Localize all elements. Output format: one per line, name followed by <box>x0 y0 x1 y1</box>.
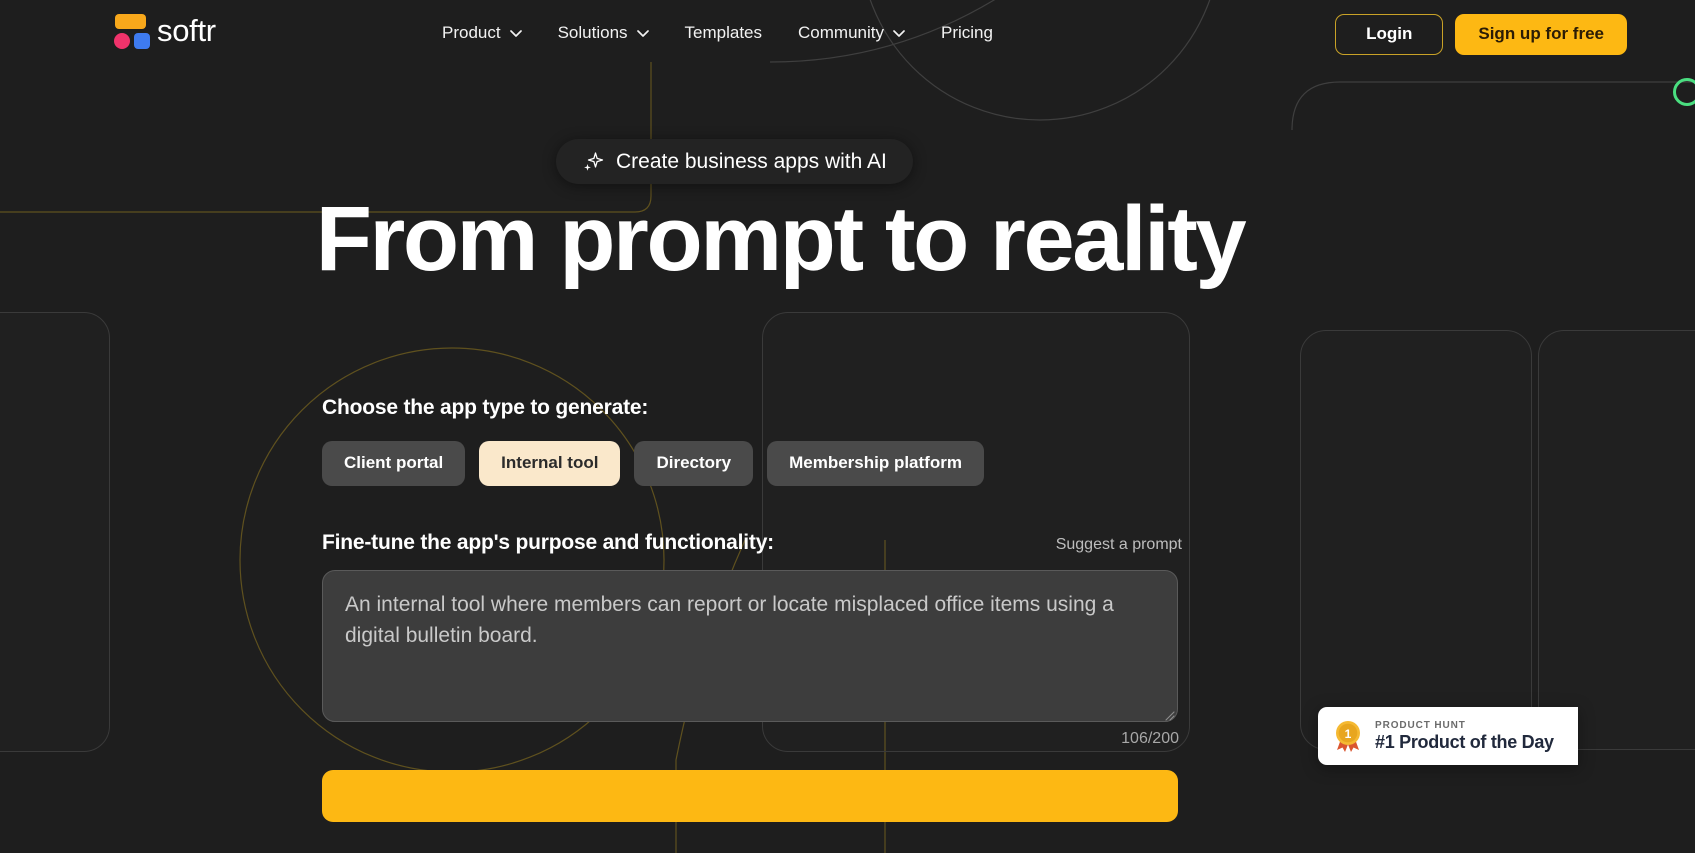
chevron-down-icon <box>893 29 905 37</box>
site-header: softr Product Solutions Templates Commun… <box>0 0 1695 70</box>
ai-badge-label: Create business apps with AI <box>616 149 887 173</box>
product-hunt-text: PRODUCT HUNT #1 Product of the Day <box>1375 720 1554 753</box>
prompt-textarea-wrapper: 106/200 <box>322 569 1182 747</box>
app-type-internal-tool[interactable]: Internal tool <box>479 441 621 486</box>
nav-item-community[interactable]: Community <box>780 17 923 49</box>
bg-card-left <box>0 312 110 752</box>
sparkle-icon <box>582 151 604 173</box>
softr-logo-icon <box>108 13 150 49</box>
app-type-label: Choose the app type to generate: <box>322 396 649 419</box>
finetune-header-row: Fine-tune the app's purpose and function… <box>322 531 1182 555</box>
nav-item-templates[interactable]: Templates <box>667 17 780 49</box>
nav-item-product[interactable]: Product <box>424 17 540 49</box>
nav-label-solutions: Solutions <box>557 23 628 42</box>
nav-label-product: Product <box>442 23 501 42</box>
login-button[interactable]: Login <box>1335 14 1444 55</box>
nav-label-pricing: Pricing <box>940 23 993 42</box>
product-hunt-badge[interactable]: 1 PRODUCT HUNT #1 Product of the Day <box>1318 707 1578 765</box>
landing-page: softr Product Solutions Templates Commun… <box>0 0 1695 853</box>
nav-item-pricing[interactable]: Pricing <box>923 17 1011 49</box>
app-type-chip-group: Client portal Internal tool Directory Me… <box>322 441 1182 486</box>
svg-text:1: 1 <box>1345 727 1352 741</box>
green-circle-accent <box>1673 78 1695 106</box>
logo-wordmark: softr <box>157 13 216 48</box>
signup-button[interactable]: Sign up for free <box>1455 14 1627 55</box>
medal-icon: 1 <box>1332 720 1364 752</box>
auth-actions: Login Sign up for free <box>1335 14 1627 55</box>
chevron-down-icon <box>509 29 522 37</box>
nav-label-templates: Templates <box>684 23 763 42</box>
main-navigation: Product Solutions Templates Community Pr… <box>424 17 1011 49</box>
chevron-down-icon <box>636 29 649 37</box>
nav-label-community: Community <box>798 23 884 42</box>
logo-circle-shape <box>114 33 130 49</box>
app-type-client-portal[interactable]: Client portal <box>322 441 466 486</box>
app-type-directory[interactable]: Directory <box>634 441 754 486</box>
finetune-label: Fine-tune the app's purpose and function… <box>322 530 774 554</box>
generate-app-button[interactable] <box>322 770 1178 822</box>
bg-card-far-right <box>1538 330 1695 750</box>
nav-item-solutions[interactable]: Solutions <box>540 17 667 49</box>
suggest-prompt-link[interactable]: Suggest a prompt <box>1056 536 1182 555</box>
product-hunt-kicker: PRODUCT HUNT <box>1375 719 1466 731</box>
ai-badge[interactable]: Create business apps with AI <box>556 139 913 184</box>
logo[interactable]: softr <box>108 13 216 49</box>
app-generator-panel: Choose the app type to generate: Client … <box>322 396 1182 747</box>
app-type-membership-platform[interactable]: Membership platform <box>767 441 984 486</box>
logo-square-shape <box>134 33 150 49</box>
page-title: From prompt to reality <box>315 188 1247 290</box>
prompt-input[interactable] <box>322 569 1178 722</box>
character-counter: 106/200 <box>1121 729 1179 747</box>
logo-bar-shape <box>115 14 146 29</box>
bg-card-right <box>1300 330 1532 750</box>
product-hunt-title: #1 Product of the Day <box>1375 731 1554 752</box>
